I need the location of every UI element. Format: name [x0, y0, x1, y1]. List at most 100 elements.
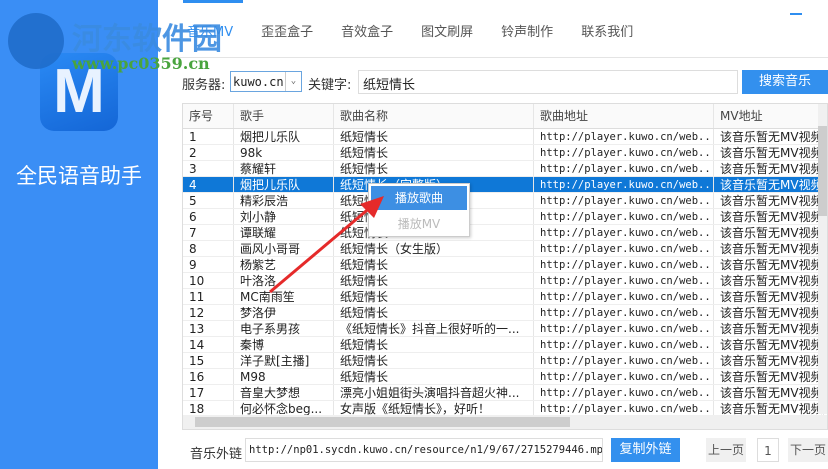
row-singer: M98: [234, 369, 334, 384]
row-singer: 烟把儿乐队: [234, 129, 334, 144]
table-row[interactable]: 12 梦洛伊 纸短情长 http://player.kuwo.cn/web... 该音乐…: [183, 305, 827, 321]
row-singer: 梦洛伊: [234, 305, 334, 320]
row-mv: 该音乐暂无MV视频: [714, 353, 824, 368]
chevron-down-icon[interactable]: ⌄: [285, 72, 301, 91]
row-index: 9: [183, 257, 234, 272]
tab-ringtone[interactable]: 铃声制作: [501, 21, 553, 40]
row-song: 纸短情长: [334, 257, 534, 272]
row-song: 纸短情长: [334, 369, 534, 384]
row-index: 6: [183, 209, 234, 224]
tab-sound-box[interactable]: 音效盒子: [341, 21, 393, 40]
row-singer: 洋子默[主播]: [234, 353, 334, 368]
page-number[interactable]: 1: [757, 438, 779, 462]
context-menu: 播放歌曲 播放MV: [368, 183, 470, 237]
row-index: 15: [183, 353, 234, 368]
tab-contact[interactable]: 联系我们: [581, 21, 633, 40]
row-singer: 刘小静: [234, 209, 334, 224]
music-link-label: 音乐外链: [190, 447, 243, 462]
search-music-button[interactable]: 搜索音乐: [742, 70, 828, 94]
header-singer[interactable]: 歌手: [234, 104, 334, 128]
row-url: http://player.kuwo.cn/web...: [534, 401, 714, 416]
table-row[interactable]: 10 叶洛洛 纸短情长 http://player.kuwo.cn/web... 该音乐…: [183, 273, 827, 289]
row-singer: 精彩辰浩: [234, 193, 334, 208]
table-row[interactable]: 14 秦博 纸短情长 http://player.kuwo.cn/web... 该音乐暂…: [183, 337, 827, 353]
row-index: 3: [183, 161, 234, 176]
minimize-button[interactable]: [790, 13, 802, 15]
row-song: 纸短情长（女生版）: [334, 241, 534, 256]
header-mv[interactable]: MV地址: [714, 104, 824, 128]
horizontal-scrollbar[interactable]: [183, 415, 827, 429]
row-url: http://player.kuwo.cn/web...: [534, 305, 714, 320]
row-index: 10: [183, 273, 234, 288]
app-name: 全民语音助手: [16, 164, 142, 188]
tab-music-mv[interactable]: 音乐MV: [187, 21, 233, 40]
menu-play-song[interactable]: 播放歌曲: [371, 186, 467, 210]
server-value: kuwo.cn: [233, 75, 284, 89]
row-url: http://player.kuwo.cn/web...: [534, 129, 714, 144]
tab-waiwai-box[interactable]: 歪歪盒子: [261, 21, 313, 40]
table-row[interactable]: 11 MC南雨笙 纸短情长 http://player.kuwo.cn/web... 该…: [183, 289, 827, 305]
music-link-input[interactable]: http://np01.sycdn.kuwo.cn/resource/n1/9/…: [245, 438, 603, 462]
table-row[interactable]: 15 洋子默[主播] 纸短情长 http://player.kuwo.cn/web..…: [183, 353, 827, 369]
row-index: 13: [183, 321, 234, 336]
header-index[interactable]: 序号: [183, 104, 234, 128]
row-singer: 何必怀念beg...: [234, 401, 334, 416]
keyword-label: 关键字:: [308, 78, 352, 93]
table-row[interactable]: 13 电子系男孩 《纸短情长》抖音上很好听的一... http://player.ku…: [183, 321, 827, 337]
table-row[interactable]: 7 谭联耀 纸短情长 http://player.kuwo.cn/web... 该音乐暂…: [183, 225, 827, 241]
table-row[interactable]: 9 杨紫艺 纸短情长 http://player.kuwo.cn/web... 该音乐暂…: [183, 257, 827, 273]
row-url: http://player.kuwo.cn/web...: [534, 353, 714, 368]
table-header: 序号 歌手 歌曲名称 歌曲地址 MV地址: [183, 104, 827, 129]
scroll-thumb[interactable]: [818, 126, 827, 216]
server-select[interactable]: kuwo.cn ⌄: [230, 71, 302, 92]
table-row[interactable]: 2 98k 纸短情长 http://player.kuwo.cn/web... 该音乐暂…: [183, 145, 827, 161]
row-mv: 该音乐暂无MV视频: [714, 369, 824, 384]
main-tabs: 音乐MV 歪歪盒子 音效盒子 图文刷屏 铃声制作 联系我们: [187, 21, 661, 40]
row-mv: 该音乐暂无MV视频: [714, 129, 824, 144]
copy-link-button[interactable]: 复制外链: [611, 438, 680, 462]
row-mv: 该音乐暂无MV视频: [714, 305, 824, 320]
row-singer: 98k: [234, 145, 334, 160]
row-song: 女声版《纸短情长》，好听！: [334, 401, 534, 416]
tab-text-spam[interactable]: 图文刷屏: [421, 21, 473, 40]
row-singer: 音皇大梦想: [234, 385, 334, 400]
row-song: 纸短情长: [334, 273, 534, 288]
keyword-input[interactable]: 纸短情长: [358, 70, 738, 94]
row-mv: 该音乐暂无MV视频: [714, 225, 824, 240]
table-row[interactable]: 6 刘小静 纸短情长 http://player.kuwo.cn/web... 该音乐暂…: [183, 209, 827, 225]
row-mv: 该音乐暂无MV视频: [714, 321, 824, 336]
row-song: 纸短情长: [334, 161, 534, 176]
header-url[interactable]: 歌曲地址: [534, 104, 714, 128]
row-url: http://player.kuwo.cn/web...: [534, 241, 714, 256]
table-row[interactable]: 4烟把儿乐队纸短情长（完整版）http://player.kuwo.cn/web…: [183, 177, 827, 193]
prev-page-button[interactable]: 上一页: [706, 438, 746, 462]
row-singer: 蔡耀轩: [234, 161, 334, 176]
table-row[interactable]: 17 音皇大梦想 漂亮小姐姐街头演唱抖音超火神... http://player.ku…: [183, 385, 827, 401]
row-singer: MC南雨笙: [234, 289, 334, 304]
app-logo: M: [40, 53, 118, 131]
row-mv: 该音乐暂无MV视频: [714, 209, 824, 224]
row-song: 纸短情长: [334, 337, 534, 352]
row-mv: 该音乐暂无MV视频: [714, 145, 824, 160]
table-row[interactable]: 3 蔡耀轩 纸短情长 http://player.kuwo.cn/web... 该音乐暂…: [183, 161, 827, 177]
menu-play-mv[interactable]: 播放MV: [371, 212, 467, 236]
row-url: http://player.kuwo.cn/web...: [534, 321, 714, 336]
row-song: 纸短情长: [334, 129, 534, 144]
row-mv: 该音乐暂无MV视频: [714, 273, 824, 288]
table-row[interactable]: 8 画风小哥哥 纸短情长（女生版） http://player.kuwo.cn/web…: [183, 241, 827, 257]
header-song[interactable]: 歌曲名称: [334, 104, 534, 128]
scroll-thumb[interactable]: [195, 417, 570, 427]
table-row[interactable]: 1 烟把儿乐队 纸短情长 http://player.kuwo.cn/web... 该音…: [183, 129, 827, 145]
row-singer: 叶洛洛: [234, 273, 334, 288]
row-url: http://player.kuwo.cn/web...: [534, 289, 714, 304]
divider: [167, 57, 828, 58]
row-index: 4: [183, 177, 234, 192]
table-row[interactable]: 16 M98 纸短情长 http://player.kuwo.cn/web... 该音乐…: [183, 369, 827, 385]
next-page-button[interactable]: 下一页: [788, 438, 828, 462]
table-row[interactable]: 5 精彩辰浩 纸短情长 http://player.kuwo.cn/web... 该音乐…: [183, 193, 827, 209]
row-url: http://player.kuwo.cn/web...: [534, 177, 714, 192]
active-tab-indicator: [183, 0, 243, 3]
row-url: http://player.kuwo.cn/web...: [534, 145, 714, 160]
vertical-scrollbar[interactable]: [818, 104, 827, 414]
row-url: http://player.kuwo.cn/web...: [534, 209, 714, 224]
